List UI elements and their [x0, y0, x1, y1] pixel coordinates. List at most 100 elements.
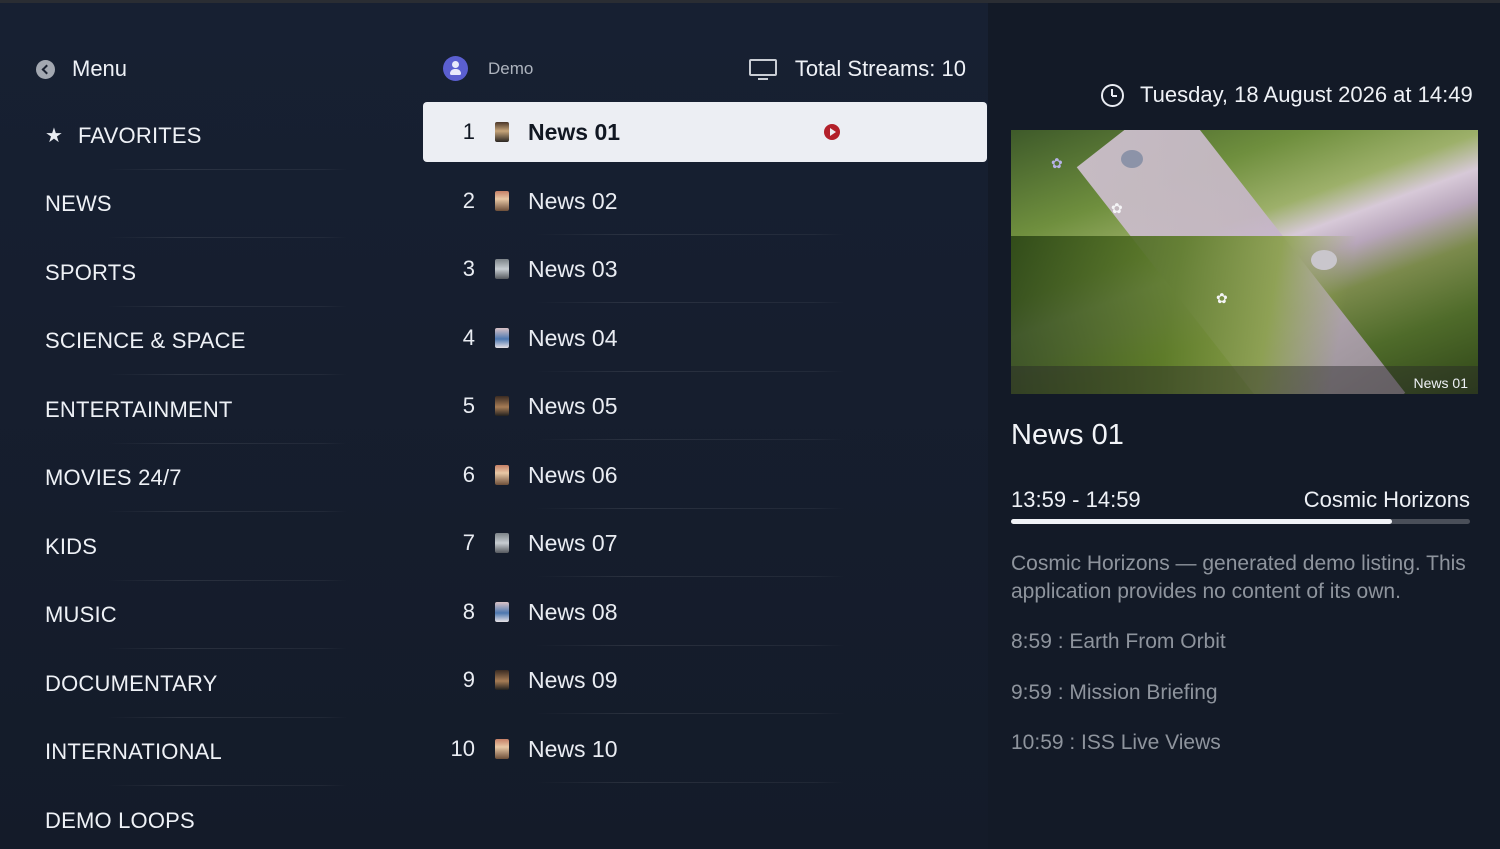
divider: [535, 645, 845, 646]
category-label: NEWS: [45, 191, 112, 216]
category-label: DEMO LOOPS: [45, 808, 195, 833]
preview-caption: News 01: [1413, 375, 1468, 391]
channel-name: News 10: [528, 735, 618, 762]
category-entertainment[interactable]: ENTERTAINMENT: [45, 376, 347, 444]
category-label: KIDS: [45, 534, 98, 559]
program-timeslot: 13:59 - 14:59: [1011, 487, 1141, 512]
category-science-space[interactable]: SCIENCE & SPACE: [45, 307, 347, 375]
category-label: FAVORITES: [78, 123, 202, 148]
divider: [535, 713, 845, 714]
channel-name: News 07: [528, 529, 618, 556]
preview-flower: ✿: [1216, 290, 1228, 306]
channel-logo-icon: [495, 328, 509, 348]
program-progress-fill: [1011, 519, 1392, 524]
video-preview[interactable]: ✿ ✿ ✿ News 01: [1011, 130, 1478, 394]
channel-row[interactable]: 5 News 05: [423, 376, 987, 440]
divider: [107, 511, 347, 512]
preview-rock: [1121, 150, 1143, 168]
channel-row[interactable]: 8 News 08: [423, 582, 987, 646]
channel-number: 6: [462, 462, 475, 487]
channel-logo-icon: [495, 259, 509, 279]
divider: [535, 371, 845, 372]
preview-flower: ✿: [1111, 200, 1123, 216]
divider: [535, 508, 845, 509]
category-sports[interactable]: SPORTS: [45, 239, 347, 307]
browser-pane: Menu Demo Total Streams: 10 ★ FAVORITES …: [0, 3, 988, 849]
selected-channel-title: News 01: [1011, 419, 1124, 451]
category-label: DOCUMENTARY: [45, 671, 218, 696]
divider: [107, 648, 347, 649]
channel-row[interactable]: 4 News 04: [423, 308, 987, 372]
category-music[interactable]: MUSIC: [45, 581, 347, 649]
category-label: ENTERTAINMENT: [45, 397, 233, 422]
divider: [535, 302, 845, 303]
channel-number: 4: [462, 325, 475, 350]
channel-logo-icon: [495, 602, 509, 622]
preview-rock: [1311, 250, 1337, 270]
category-label: MOVIES 24/7: [45, 465, 182, 490]
channel-logo-icon: [495, 533, 509, 553]
category-movies[interactable]: MOVIES 24/7: [45, 444, 347, 512]
channel-number: 7: [462, 530, 475, 555]
category-label: INTERNATIONAL: [45, 739, 222, 764]
category-documentary[interactable]: DOCUMENTARY: [45, 650, 347, 718]
divider: [535, 439, 845, 440]
channel-name: News 03: [528, 255, 618, 282]
divider: [107, 785, 347, 786]
channel-logo-icon: [495, 670, 509, 690]
channel-row[interactable]: 9 News 09: [423, 650, 987, 714]
program-description: Cosmic Horizons — generated demo listing…: [1011, 552, 1466, 603]
date-time-label: Tuesday, 18 August 2026 at 14:49: [1140, 82, 1473, 107]
category-label: SCIENCE & SPACE: [45, 328, 246, 353]
back-chevron-icon: [36, 59, 55, 79]
channel-row[interactable]: 7 News 07: [423, 513, 987, 577]
divider: [107, 374, 347, 375]
channel-row[interactable]: 6 News 06: [423, 445, 987, 509]
category-kids[interactable]: KIDS: [45, 513, 347, 581]
channel-name: News 04: [528, 324, 618, 351]
category-label: SPORTS: [45, 260, 137, 285]
channel-logo-icon: [495, 396, 509, 416]
channel-row-selected[interactable]: 1 News 01: [423, 102, 987, 162]
details-pane: Tuesday, 18 August 2026 at 14:49 ✿ ✿ ✿ N…: [988, 3, 1500, 849]
monitor-icon: [748, 58, 777, 80]
channel-number: 10: [450, 736, 475, 761]
channel-number: 5: [462, 393, 475, 418]
user-name: Demo: [488, 58, 534, 78]
channel-name: News 05: [528, 392, 618, 419]
channel-name: News 09: [528, 666, 618, 693]
channel-number: 3: [462, 256, 475, 281]
divider: [535, 782, 845, 783]
channel-name: News 01: [528, 118, 621, 145]
channel-name: News 08: [528, 598, 618, 625]
channel-row[interactable]: 10 News 10: [423, 719, 987, 783]
channel-row[interactable]: 3 News 03: [423, 239, 987, 303]
channel-logo-icon: [495, 465, 509, 485]
user-avatar-icon: [443, 56, 468, 81]
clock-icon: [1101, 83, 1124, 107]
user-profile[interactable]: Demo: [443, 56, 533, 81]
star-icon: ★: [45, 125, 64, 147]
divider: [535, 576, 845, 577]
category-international[interactable]: INTERNATIONAL: [45, 718, 347, 786]
menu-back-button[interactable]: Menu: [36, 55, 127, 83]
channel-logo-icon: [495, 739, 509, 759]
channel-logo-icon: [495, 191, 509, 211]
preview-caption-bar: [1011, 366, 1478, 394]
total-streams-label: Total Streams: 10: [794, 56, 966, 81]
channel-name: News 06: [528, 461, 618, 488]
date-time-display: Tuesday, 18 August 2026 at 14:49: [1101, 82, 1473, 108]
channel-number: 9: [462, 667, 475, 692]
channel-row[interactable]: 2 News 02: [423, 171, 987, 235]
channel-logo-icon: [495, 122, 509, 142]
upcoming-program: 10:59 : ISS Live Views: [1011, 731, 1221, 754]
category-news[interactable]: NEWS: [45, 170, 347, 238]
category-demo-loops[interactable]: DEMO LOOPS: [45, 787, 335, 849]
channel-name: News 02: [528, 187, 618, 214]
divider: [535, 234, 845, 235]
category-favorites[interactable]: ★ FAVORITES: [45, 102, 347, 170]
now-playing-icon: [824, 124, 840, 140]
divider: [107, 237, 347, 238]
channel-number: 2: [462, 188, 475, 213]
upcoming-program: 9:59 : Mission Briefing: [1011, 681, 1218, 704]
